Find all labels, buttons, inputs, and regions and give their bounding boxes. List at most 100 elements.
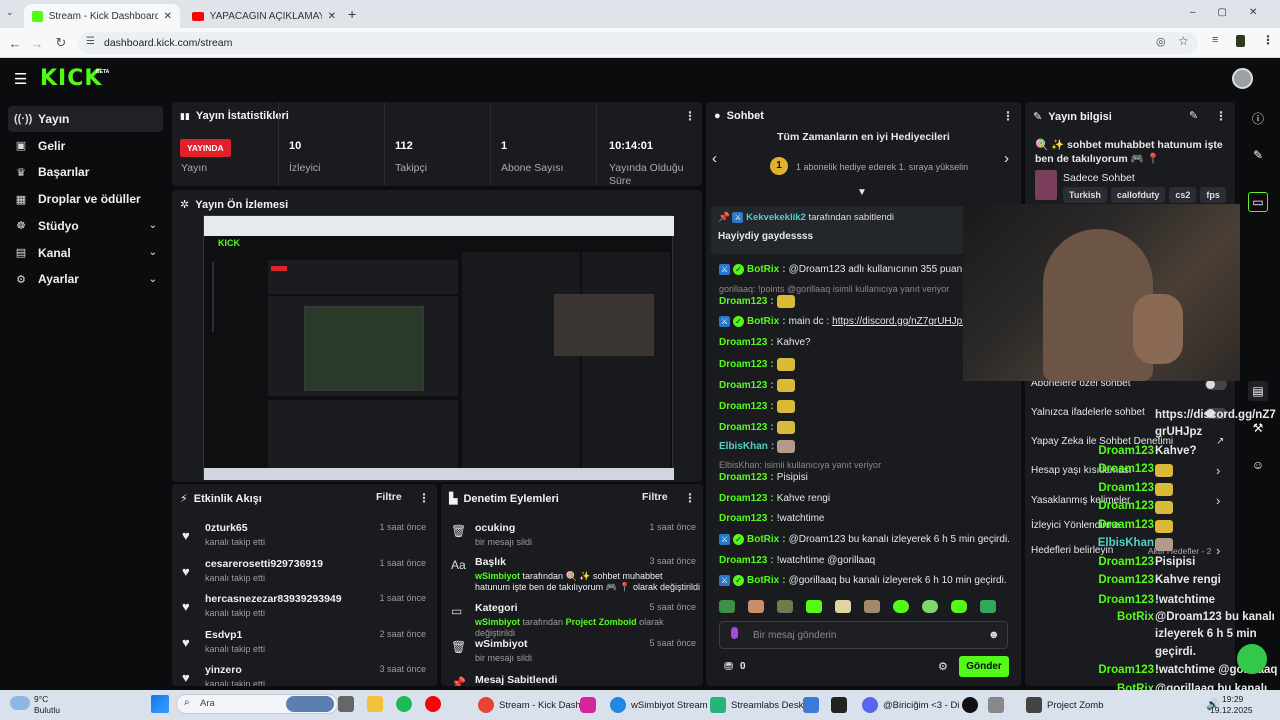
weather-icon[interactable] — [10, 696, 30, 710]
chevron-right-icon[interactable]: › — [1216, 493, 1220, 508]
chat-username[interactable]: BotRix — [747, 316, 779, 327]
pinned-by[interactable]: Kekvekeklik2 — [746, 212, 806, 223]
external-link-icon[interactable]: ↗ — [1216, 436, 1224, 447]
chevron-down-icon[interactable]: ⌄ — [149, 220, 157, 231]
emote-icon[interactable] — [748, 600, 764, 613]
emote-icon[interactable] — [835, 600, 851, 613]
panel-icon[interactable]: ▤ — [1248, 381, 1268, 401]
emote-icon[interactable] — [777, 600, 793, 613]
back-icon[interactable]: ← — [6, 34, 24, 52]
collapse-icon[interactable]: ▼ — [857, 187, 867, 198]
gifters-prev-icon[interactable]: ‹ — [712, 150, 717, 167]
instagram-icon[interactable] — [580, 697, 596, 713]
chat-username[interactable]: Droam123 — [719, 296, 767, 307]
activity-item[interactable]: ♥ cesarerosetti929736919 kanalı takip etti… — [172, 554, 434, 588]
tag-chip[interactable]: fps — [1200, 187, 1226, 203]
youtube-icon[interactable] — [425, 696, 441, 712]
tab-list-icon[interactable]: ⌄ — [6, 7, 14, 18]
chat-username[interactable]: Droam123 — [719, 555, 767, 566]
moderation-actor[interactable]: wSimbiyot — [475, 571, 520, 581]
category-name[interactable]: Sadece Sohbet — [1063, 172, 1135, 184]
chat-username[interactable]: Droam123 — [719, 493, 767, 504]
sidebar-item-5[interactable]: ▤ Kanal ⌄ — [8, 240, 163, 266]
menu-kebab-icon[interactable]: ⋮ — [1262, 33, 1274, 47]
send-button[interactable]: Gönder — [959, 656, 1009, 677]
chat-username[interactable]: Droam123 — [719, 472, 767, 483]
new-tab-button[interactable]: + — [348, 6, 356, 22]
gifters-next-icon[interactable]: › — [1004, 150, 1009, 167]
chat-username[interactable]: Droam123 — [719, 401, 767, 412]
taskbar-app-streamlabs[interactable]: Streamlabs Desk — [710, 697, 803, 713]
tag-chip[interactable]: Turkish — [1063, 187, 1107, 203]
emote-icon[interactable] — [893, 600, 909, 613]
chat-username[interactable]: BotRix — [747, 575, 779, 586]
emote-icon[interactable] — [719, 600, 735, 613]
chat-username[interactable]: BotRix — [747, 264, 779, 275]
chat-username[interactable]: Droam123 — [719, 337, 767, 348]
emote-icon[interactable] — [864, 600, 880, 613]
site-info-icon[interactable]: ☰ — [86, 36, 95, 47]
activity-filter-button[interactable]: Filtre — [376, 491, 402, 503]
bookmark-star-icon[interactable]: ☆ — [1178, 34, 1189, 48]
spotify-icon[interactable] — [396, 696, 412, 712]
info-menu-icon[interactable]: ⋮ — [1215, 109, 1227, 123]
eye-off-icon[interactable]: ◎ — [1156, 35, 1166, 48]
chat-username[interactable]: ElbisKhan — [719, 441, 768, 452]
taskbar-app-edge[interactable]: wSimbiyot Stream — [610, 697, 708, 713]
sidebar-item-0[interactable]: ((·)) Yayın — [8, 106, 163, 132]
app-icon[interactable] — [988, 697, 1004, 713]
activity-user[interactable]: cesarerosetti929736919 — [205, 558, 323, 570]
tab-youtube[interactable]: YAPACAĞIN AÇIKLAMAYI S- - Yo ✕ — [184, 4, 344, 28]
extension-icon[interactable] — [1236, 35, 1245, 47]
sidebar-item-6[interactable]: ⚙ Ayarlar ⌄ — [8, 266, 163, 292]
reload-icon[interactable]: ↻ — [52, 34, 70, 52]
activity-item[interactable]: ♥ 0zturk65 kanalı takip etti 1 saat önce — [172, 518, 434, 552]
activity-item[interactable]: ♥ yinzero kanalı takip etti 3 saat önce — [172, 660, 434, 686]
setting-row[interactable]: Yalnızca ifadelerle sohbet — [1031, 407, 1145, 418]
file-explorer-icon[interactable] — [367, 696, 383, 712]
emote-icon[interactable] — [922, 600, 938, 613]
hamburger-menu-icon[interactable]: ☰ — [14, 70, 27, 88]
chevron-right-icon[interactable]: › — [1216, 463, 1220, 478]
activity-menu-icon[interactable]: ⋮ — [418, 491, 430, 505]
chat-username[interactable]: Droam123 — [719, 380, 767, 391]
chevron-down-icon[interactable]: ⌄ — [149, 274, 157, 285]
taskbar-app-discord[interactable]: @Biriciğim <3 - Di — [862, 697, 959, 713]
chat-username[interactable]: Droam123 — [719, 422, 767, 433]
pencil-icon[interactable]: ✎ — [1248, 145, 1268, 165]
sidebar-item-2[interactable]: ♛ Başarılar — [8, 159, 163, 185]
app-icon[interactable] — [831, 697, 847, 713]
moderation-actor[interactable]: wSimbiyot — [475, 617, 520, 627]
layout-icon[interactable]: ▭ — [1248, 192, 1268, 212]
chat-menu-icon[interactable]: ⋮ — [1002, 109, 1014, 123]
activity-item[interactable]: ♥ Esdvp1 kanalı takip etti 2 saat önce — [172, 625, 434, 659]
activity-user[interactable]: 0zturk65 — [205, 522, 248, 534]
mic-icon[interactable] — [731, 627, 738, 639]
user-avatar[interactable] — [1232, 68, 1253, 89]
sidebar-item-4[interactable]: ☸ Stüdyo ⌄ — [8, 213, 163, 239]
chat-username[interactable]: BotRix — [747, 534, 779, 545]
sidebar-item-3[interactable]: ▦ Droplar ve ödüller — [8, 186, 163, 212]
chevron-down-icon[interactable]: ⌄ — [149, 247, 157, 258]
preview-video[interactable]: KICK — [203, 215, 674, 480]
tools-icon[interactable]: ⚒ — [1248, 418, 1268, 438]
activity-user[interactable]: Esdvp1 — [205, 629, 242, 641]
activity-user[interactable]: yinzero — [205, 664, 242, 676]
emote-icon[interactable] — [806, 600, 822, 613]
info-icon[interactable]: ⓘ — [1248, 108, 1268, 128]
emote-icon[interactable] — [951, 600, 967, 613]
tiktok-icon[interactable] — [962, 697, 978, 713]
chat-username[interactable]: Droam123 — [719, 513, 767, 524]
emoji-icon[interactable]: ☺ — [1248, 455, 1268, 475]
moderation-filter-button[interactable]: Filtre — [642, 491, 668, 503]
chat-username[interactable]: Droam123 — [719, 359, 767, 370]
playlist-icon[interactable]: ≡ — [1212, 34, 1218, 46]
close-icon[interactable]: ✕ — [328, 11, 336, 22]
chat-settings-icon[interactable]: ⚙ — [938, 660, 948, 673]
chevron-right-icon[interactable]: › — [1216, 543, 1220, 558]
window-controls[interactable]: –▢✕ — [1190, 7, 1279, 18]
emoji-picker-icon[interactable]: ☻ — [988, 629, 1000, 641]
activity-item[interactable]: ♥ hercasnezezar83939293949 kanalı takip et… — [172, 589, 434, 623]
kick-logo[interactable]: KICK — [40, 66, 102, 91]
edit-info-icon[interactable]: ✎ — [1189, 109, 1198, 122]
